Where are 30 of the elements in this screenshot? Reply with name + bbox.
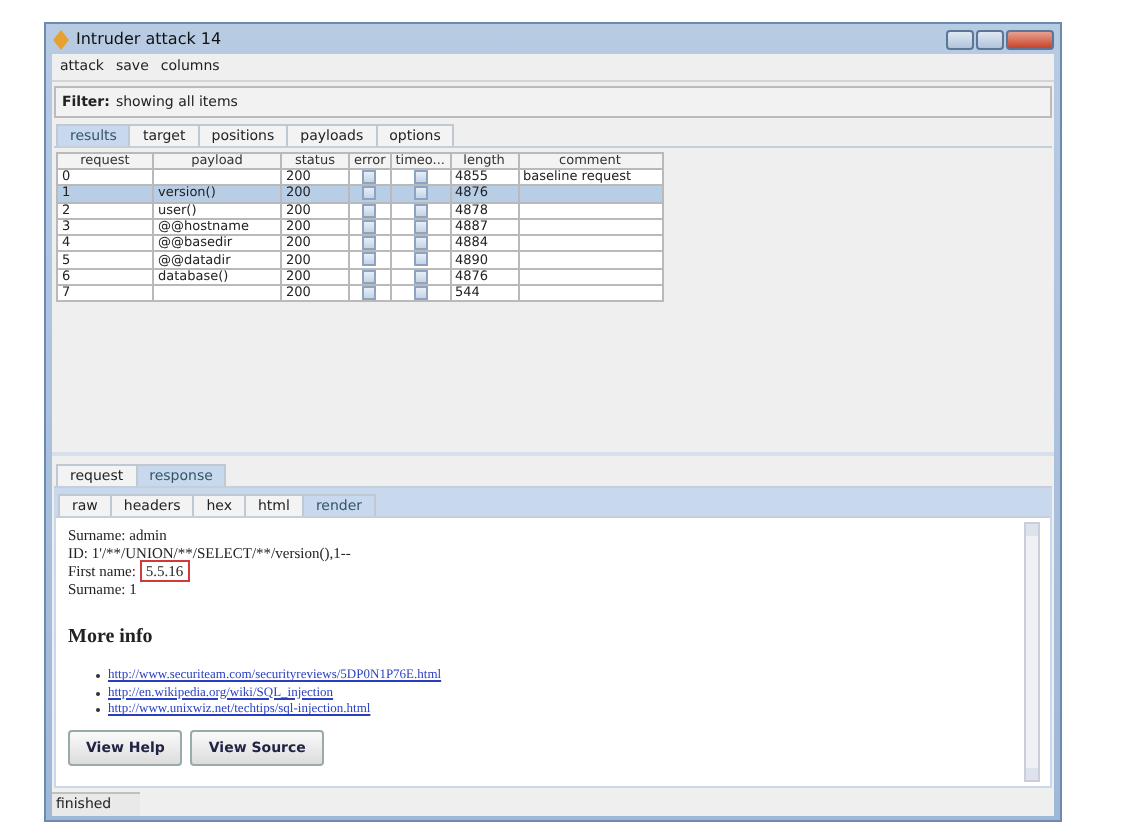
minimize-button[interactable]: [946, 29, 974, 49]
checkbox[interactable]: [362, 187, 377, 201]
checkbox[interactable]: [413, 287, 428, 300]
table-cell: [518, 235, 662, 252]
checkbox[interactable]: [362, 253, 377, 267]
checkbox[interactable]: [362, 220, 377, 234]
checkbox[interactable]: [413, 253, 428, 267]
app-icon: [52, 29, 70, 49]
checkbox[interactable]: [362, 237, 377, 250]
checkbox[interactable]: [413, 204, 428, 217]
checkbox[interactable]: [362, 171, 377, 184]
checkbox[interactable]: [413, 237, 428, 250]
checkbox[interactable]: [413, 171, 428, 184]
table-cell: [518, 218, 662, 236]
close-button[interactable]: [1006, 29, 1054, 49]
table-cell: [153, 284, 281, 302]
checkbox[interactable]: [362, 270, 377, 283]
table-cell: [518, 268, 662, 285]
table-cell: [518, 202, 662, 219]
table-cell: [518, 251, 662, 269]
scrollbar[interactable]: [1024, 522, 1040, 782]
checkbox[interactable]: [362, 204, 377, 217]
table-cell: [518, 284, 662, 302]
window-title: Intruder attack 14: [76, 30, 222, 48]
checkbox[interactable]: [413, 187, 428, 201]
checkbox[interactable]: [413, 220, 428, 234]
section-heading: More info: [68, 626, 155, 648]
checkbox[interactable]: [362, 287, 377, 300]
maximize-button[interactable]: [976, 29, 1004, 49]
checkbox[interactable]: [413, 270, 428, 283]
